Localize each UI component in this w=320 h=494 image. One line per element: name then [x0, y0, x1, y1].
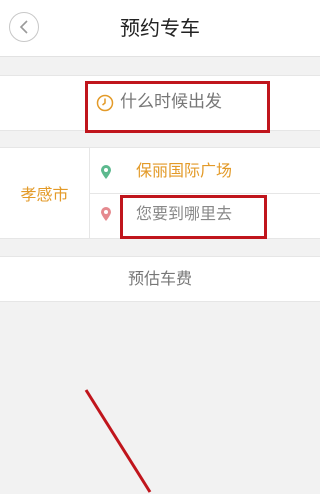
city-selector[interactable]: 孝感市: [0, 148, 90, 238]
annotation-arrow-line: [84, 389, 152, 493]
route-divider: [90, 193, 320, 194]
top-nav-bar: 预约专车: [0, 0, 320, 57]
section-gap: [0, 57, 320, 75]
estimate-fare-button[interactable]: 预估车费: [0, 256, 320, 302]
highlight-box-destination: [120, 195, 267, 239]
pickup-address[interactable]: 保丽国际广场: [136, 160, 232, 182]
end-pin-icon: [101, 207, 111, 221]
start-pin-icon: [101, 165, 111, 179]
page-title: 预约专车: [120, 16, 200, 40]
highlight-box-time: [85, 81, 270, 133]
